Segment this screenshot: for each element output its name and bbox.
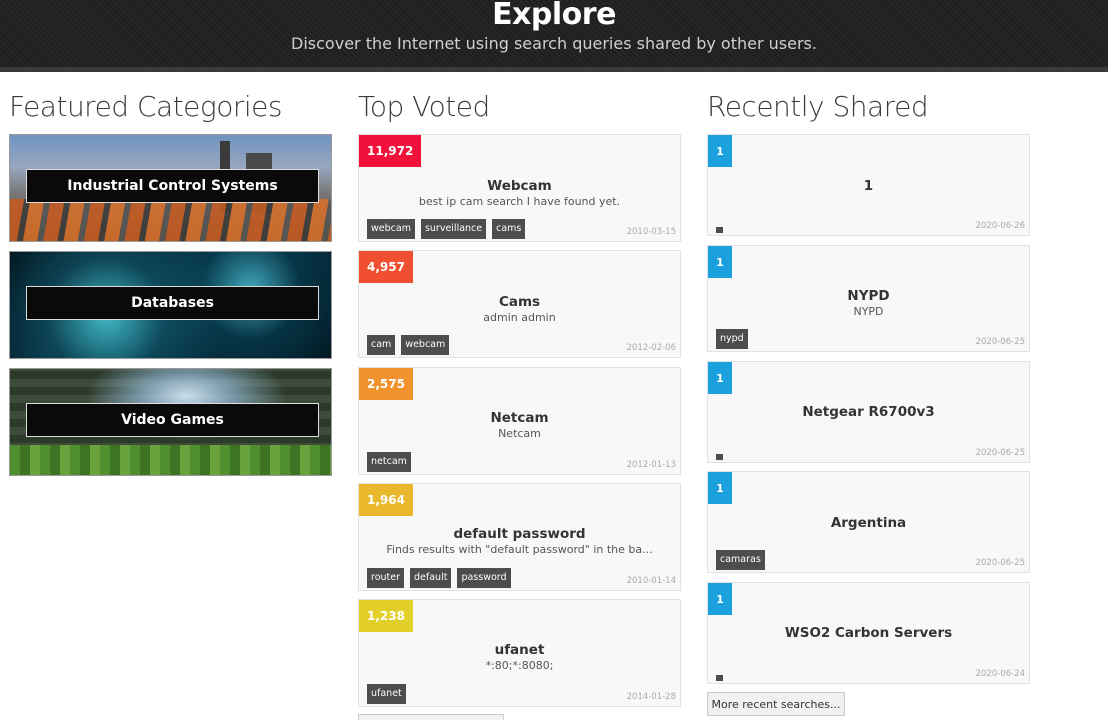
query-title[interactable]: Netcam bbox=[359, 410, 680, 426]
query-date: 2012-02-06 bbox=[626, 343, 676, 353]
vote-count-badge: 11,972 bbox=[359, 135, 422, 167]
tag-list: camaras bbox=[716, 550, 765, 570]
tag[interactable]: camaras bbox=[716, 550, 765, 570]
page-title: Explore bbox=[492, 0, 616, 32]
query-description: best ip cam search I have found yet. bbox=[418, 195, 621, 208]
query-title[interactable]: Cams bbox=[359, 294, 680, 310]
query-date: 2020-06-24 bbox=[975, 669, 1025, 679]
recent-card[interactable]: 1 Netgear R6700v3 2020-06-25 bbox=[707, 361, 1030, 463]
query-title[interactable]: Webcam bbox=[359, 178, 680, 194]
query-date: 2012-01-13 bbox=[626, 460, 676, 470]
top-voted-card-netcam[interactable]: 2,575 Netcam Netcam netcam 2012-01-13 bbox=[358, 367, 681, 475]
tag[interactable]: cams bbox=[492, 219, 526, 239]
query-title[interactable]: NYPD bbox=[708, 288, 1029, 304]
tag-list: router default password bbox=[367, 568, 511, 588]
category-video-games[interactable]: Video Games bbox=[9, 368, 332, 476]
vote-count-badge: 1 bbox=[708, 246, 732, 278]
query-title[interactable]: default password bbox=[359, 526, 680, 542]
vote-count-badge: 1,238 bbox=[359, 600, 413, 632]
query-description: admin admin bbox=[483, 311, 556, 324]
vote-count-badge: 1 bbox=[708, 472, 732, 504]
tag[interactable]: ufanet bbox=[367, 684, 406, 704]
query-date: 2020-06-26 bbox=[975, 221, 1025, 231]
tag[interactable]: surveillance bbox=[420, 219, 487, 239]
category-label[interactable]: Databases bbox=[26, 286, 319, 320]
query-description: Netcam bbox=[498, 427, 541, 440]
top-voted-card-ufanet[interactable]: 1,238 ufanet *:80;*:8080; ufanet 2014-01… bbox=[358, 599, 681, 707]
empty-tag-marker bbox=[716, 675, 723, 681]
vote-count-badge: 2,575 bbox=[359, 368, 413, 400]
empty-tag-marker bbox=[716, 454, 723, 460]
recent-card[interactable]: 1 WSO2 Carbon Servers 2020-06-24 bbox=[707, 582, 1030, 684]
tag-list: nypd bbox=[716, 329, 748, 349]
vote-count-badge: 1 bbox=[708, 362, 732, 394]
tag[interactable]: webcam bbox=[367, 219, 415, 239]
query-title[interactable]: ufanet bbox=[359, 642, 680, 658]
query-date: 2020-06-25 bbox=[975, 448, 1025, 458]
query-title[interactable]: WSO2 Carbon Servers bbox=[708, 625, 1029, 641]
tag[interactable]: netcam bbox=[367, 452, 411, 472]
tag-list: cam webcam bbox=[367, 335, 450, 355]
query-title[interactable]: Argentina bbox=[708, 515, 1029, 531]
featured-categories-heading: Featured Categories bbox=[9, 90, 282, 123]
tag-list: webcam surveillance cams bbox=[367, 219, 526, 239]
query-date: 2020-06-25 bbox=[975, 337, 1025, 347]
vote-count-badge: 4,957 bbox=[359, 251, 413, 283]
category-databases[interactable]: Databases bbox=[9, 251, 332, 359]
recent-card[interactable]: 1 1 2020-06-26 bbox=[707, 134, 1030, 236]
category-industrial-control-systems[interactable]: Industrial Control Systems bbox=[9, 134, 332, 242]
recently-shared-heading: Recently Shared bbox=[707, 90, 929, 123]
query-description: Finds results with "default password" in… bbox=[386, 543, 653, 556]
query-description: NYPD bbox=[853, 305, 884, 318]
tag-list: ufanet bbox=[367, 684, 406, 704]
query-date: 2014-01-28 bbox=[626, 692, 676, 702]
top-voted-card-default-password[interactable]: 1,964 default password Finds results wit… bbox=[358, 483, 681, 591]
tag[interactable]: webcam bbox=[401, 335, 450, 355]
page-header: Explore Discover the Internet using sear… bbox=[0, 0, 1108, 72]
category-label[interactable]: Video Games bbox=[26, 403, 319, 437]
tag[interactable]: default bbox=[410, 568, 452, 588]
query-date: 2010-03-15 bbox=[626, 227, 676, 237]
empty-tag-marker bbox=[716, 227, 723, 233]
query-description: *:80;*:8080; bbox=[485, 659, 554, 672]
top-voted-card-webcam[interactable]: 11,972 Webcam best ip cam search I have … bbox=[358, 134, 681, 242]
tag[interactable]: password bbox=[457, 568, 511, 588]
top-voted-heading: Top Voted bbox=[358, 90, 490, 123]
query-title[interactable]: Netgear R6700v3 bbox=[708, 404, 1029, 420]
recent-card[interactable]: 1 NYPD NYPD nypd 2020-06-25 bbox=[707, 245, 1030, 352]
query-date: 2020-06-25 bbox=[975, 558, 1025, 568]
tag[interactable]: cam bbox=[367, 335, 396, 355]
more-top-voted-button[interactable] bbox=[358, 714, 504, 720]
category-label[interactable]: Industrial Control Systems bbox=[26, 169, 319, 203]
page-subtitle: Discover the Internet using search queri… bbox=[291, 34, 817, 53]
top-voted-card-cams[interactable]: 4,957 Cams admin admin cam webcam 2012-0… bbox=[358, 250, 681, 358]
tag[interactable]: nypd bbox=[716, 329, 748, 349]
vote-count-badge: 1 bbox=[708, 583, 732, 615]
vote-count-badge: 1,964 bbox=[359, 484, 413, 516]
more-recent-searches-button[interactable]: More recent searches... bbox=[707, 692, 845, 716]
query-date: 2010-01-14 bbox=[626, 576, 676, 586]
tag[interactable]: router bbox=[367, 568, 405, 588]
query-title[interactable]: 1 bbox=[708, 178, 1029, 194]
vote-count-badge: 1 bbox=[708, 135, 732, 167]
recent-card[interactable]: 1 Argentina camaras 2020-06-25 bbox=[707, 471, 1030, 573]
tag-list: netcam bbox=[367, 452, 411, 472]
